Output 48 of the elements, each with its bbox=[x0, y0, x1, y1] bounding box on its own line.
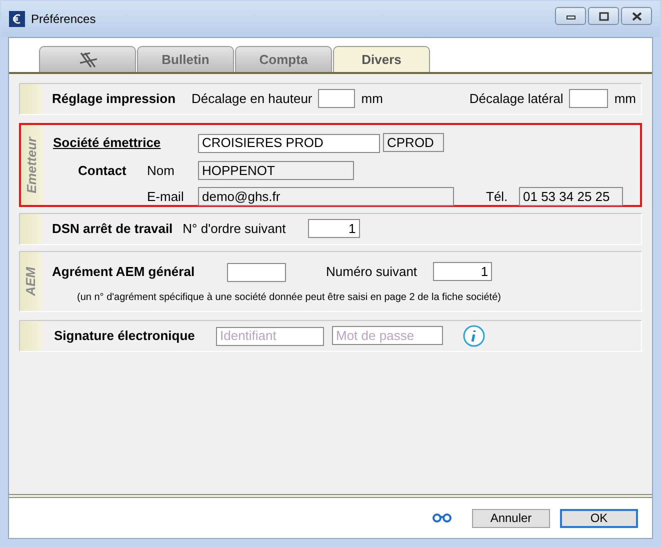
password-field[interactable]: Mot de passe bbox=[332, 326, 443, 346]
lateral-offset-field[interactable] bbox=[569, 89, 608, 108]
tab[interactable]: Bulletin bbox=[137, 46, 234, 72]
close-button[interactable] bbox=[621, 7, 652, 25]
dialog-button[interactable]: OK bbox=[560, 508, 638, 528]
vertical-offset-field[interactable] bbox=[318, 89, 356, 108]
app-logo-icon bbox=[9, 11, 25, 27]
field-label: Décalage en hauteur bbox=[192, 90, 312, 108]
section-side-strip bbox=[20, 84, 42, 114]
section-title: Agrément AEM général bbox=[52, 263, 196, 282]
close-icon bbox=[632, 12, 642, 20]
section-title: DSN arrêt de travail bbox=[52, 220, 173, 238]
contact-label: Contact bbox=[77, 162, 128, 180]
aem-note: (un n° d'agrément spécifique à une société donnée peut être saisi en page 2 de la fiche société) bbox=[76, 291, 502, 305]
contact-name-field[interactable]: HOPPENOT bbox=[198, 161, 354, 180]
minimize-button[interactable] bbox=[555, 7, 586, 25]
section-side-label: Emetteur bbox=[23, 136, 40, 194]
section-title: Réglage impression bbox=[52, 90, 176, 108]
section-title: Signature électronique bbox=[54, 327, 196, 346]
tab[interactable] bbox=[39, 46, 136, 72]
company-name-field[interactable]: CROISIERES PROD bbox=[198, 134, 380, 152]
tab[interactable]: Divers bbox=[333, 46, 430, 72]
section-side-strip bbox=[20, 214, 42, 244]
aem-approval-field[interactable] bbox=[227, 262, 286, 282]
tab[interactable]: Compta bbox=[235, 46, 332, 72]
window-title: Préférences bbox=[31, 11, 96, 28]
field-label: Numéro suivant bbox=[326, 263, 418, 282]
unit-label: mm bbox=[361, 90, 383, 108]
field-label: Tél. bbox=[486, 188, 509, 206]
section-side-label: AEM bbox=[22, 267, 40, 296]
company-link[interactable]: Société émettrice bbox=[53, 133, 198, 153]
next-number-field[interactable]: 1 bbox=[433, 262, 492, 282]
glasses-icon[interactable] bbox=[432, 513, 452, 523]
maximize-icon bbox=[598, 12, 608, 20]
maximize-button[interactable] bbox=[588, 7, 619, 25]
company-code-field[interactable]: CPROD bbox=[383, 133, 444, 152]
order-number-field[interactable]: 1 bbox=[308, 219, 360, 238]
unit-label: mm bbox=[614, 90, 636, 108]
email-field[interactable]: demo@ghs.fr bbox=[198, 186, 454, 206]
field-label: Décalage latéral bbox=[469, 90, 564, 108]
field-label: E-mail bbox=[147, 188, 185, 206]
phone-field[interactable]: 01 53 34 25 25 bbox=[519, 186, 623, 206]
identifier-field[interactable]: Identifiant bbox=[216, 326, 324, 346]
field-label: Nom bbox=[147, 162, 176, 180]
section-side-strip bbox=[20, 321, 42, 351]
dialog-button[interactable]: Annuler bbox=[472, 508, 550, 528]
info-icon[interactable] bbox=[463, 325, 485, 347]
field-label: N° d'ordre suivant bbox=[182, 220, 286, 238]
